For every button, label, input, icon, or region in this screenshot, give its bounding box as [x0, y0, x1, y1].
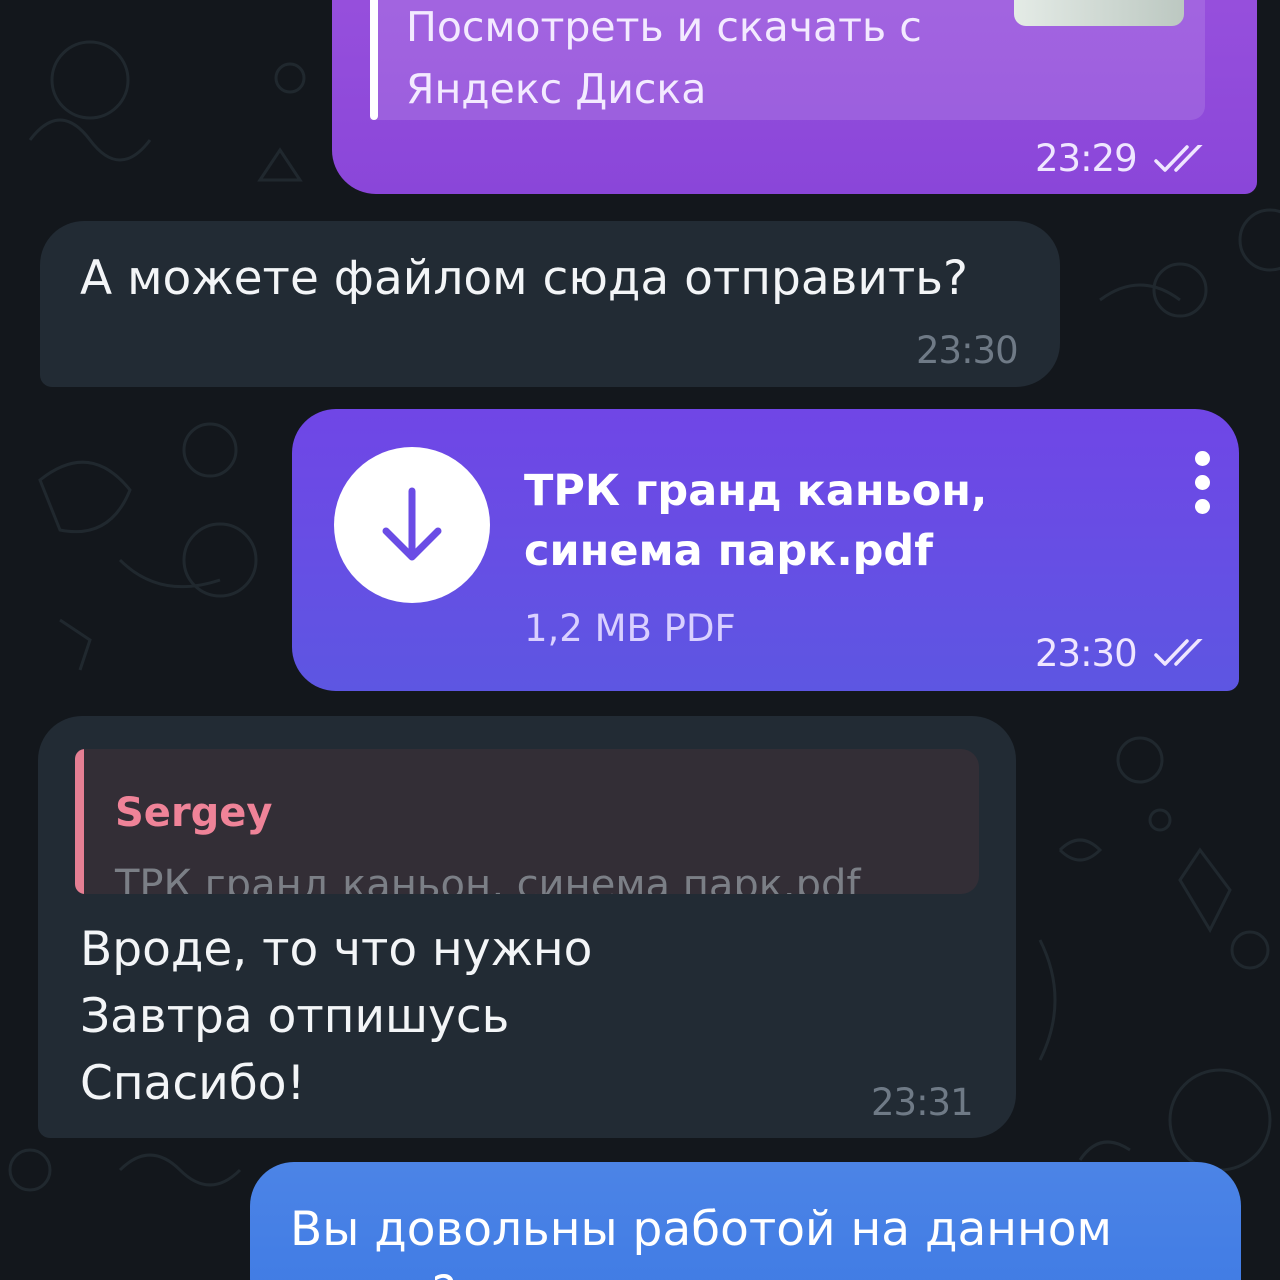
download-icon: [382, 487, 442, 561]
reply-author: Sergey: [115, 790, 273, 836]
download-button[interactable]: [334, 447, 490, 603]
message-line: Завтра отпишусь: [80, 989, 510, 1044]
chat-view[interactable]: Посмотреть и скачать с Яндекс Диска 23:2…: [0, 0, 1280, 1280]
outgoing-message-link[interactable]: Посмотреть и скачать с Яндекс Диска 23:2…: [332, 0, 1257, 194]
link-preview-thumbnail[interactable]: [1014, 0, 1184, 26]
incoming-message-reply[interactable]: Sergey ТРК гранд каньон, синема парк.pdf…: [38, 716, 1016, 1138]
dot-icon: [1194, 451, 1210, 466]
double-check-icon: [1154, 145, 1203, 172]
message-text: А можете файлом сюда отправить?: [80, 251, 968, 306]
message-line: Спасибо!: [80, 1056, 306, 1111]
link-preview-text[interactable]: Посмотреть и скачать с Яндекс Диска: [406, 0, 966, 120]
outgoing-message[interactable]: Вы довольны работой на данном этапе?: [250, 1162, 1241, 1280]
message-time: 23:30: [916, 329, 1019, 372]
message-line: Вроде, то что нужно: [80, 922, 593, 977]
file-menu-button[interactable]: [1189, 451, 1215, 519]
message-time: 23:30: [1035, 632, 1138, 675]
link-preview-text: Посмотреть и скачать с Яндекс Диска: [406, 3, 922, 113]
double-check-icon: [1154, 639, 1203, 666]
dot-icon: [1194, 475, 1210, 490]
dot-icon: [1194, 499, 1210, 514]
file-name[interactable]: ТРК гранд каньон, синема парк.pdf: [524, 461, 1044, 581]
incoming-message[interactable]: А можете файлом сюда отправить? 23:30: [40, 221, 1060, 387]
reply-accent-bar: [75, 749, 84, 894]
file-size: 1,2 MB PDF: [524, 607, 736, 650]
outgoing-message-file[interactable]: ТРК гранд каньон, синема парк.pdf 1,2 MB…: [292, 409, 1239, 691]
message-text: Вы довольны работой на данном этапе?: [290, 1202, 1112, 1280]
message-time: 23:29: [1035, 137, 1138, 180]
message-time: 23:31: [871, 1081, 974, 1124]
reply-text: ТРК гранд каньон, синема парк.pdf: [115, 862, 861, 894]
reply-quote[interactable]: Sergey ТРК гранд каньон, синема парк.pdf: [75, 749, 979, 894]
message-text: Вроде, то что нужно Завтра отпишусь Спас…: [80, 916, 592, 1117]
link-preview-accent-bar: [370, 0, 378, 120]
